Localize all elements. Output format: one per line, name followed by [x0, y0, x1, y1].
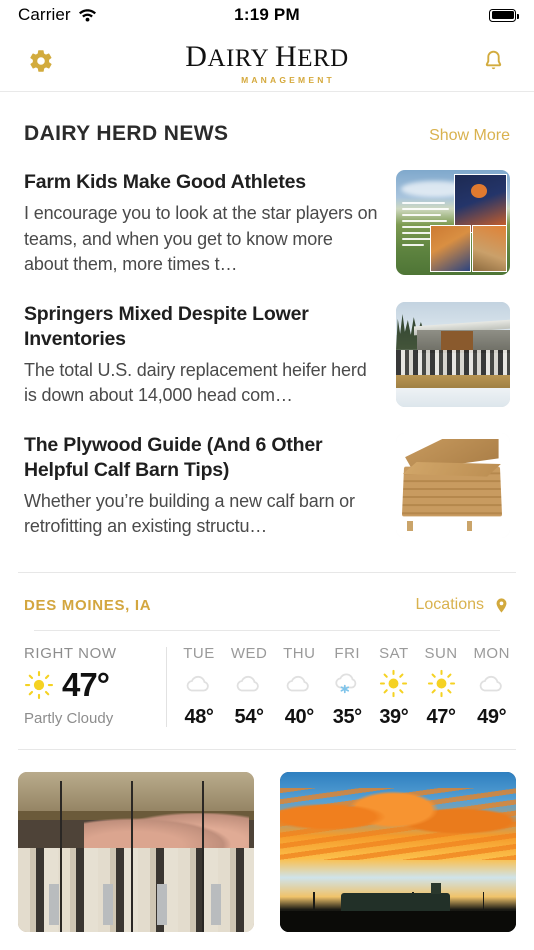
article-text: The Plywood Guide (And 6 Other Helpful C… [24, 433, 380, 540]
news-article-item[interactable]: Springers Mixed Despite Lower Inventorie… [0, 288, 534, 419]
settings-button[interactable] [24, 44, 58, 78]
status-bar: Carrier 1:19 PM [0, 0, 534, 30]
milking-parlor-photo-card[interactable] [18, 771, 254, 932]
map-pin-icon [493, 595, 510, 616]
current-condition: Partly Cloudy [24, 709, 114, 727]
brand-subtitle: MANAGEMENT [241, 75, 335, 85]
show-more-link[interactable]: Show More [429, 127, 510, 145]
cloud-snow-icon [331, 669, 363, 699]
forecast-day-temp: 48° [184, 705, 214, 728]
forecast-day: THU 40° [283, 645, 315, 729]
app-screen: Carrier 1:19 PM DAIRY HERD MANAGEMENT DA… [0, 0, 534, 950]
forecast-day-name: SUN [424, 644, 458, 662]
news-article-item[interactable]: Farm Kids Make Good Athletes I encourage… [0, 156, 534, 288]
forecast-day-name: SAT [379, 644, 409, 662]
sun-icon [427, 669, 456, 699]
forecast-day-name: WED [230, 644, 268, 662]
brand-letter-h: H [275, 40, 298, 73]
status-bar-time: 1:19 PM [234, 5, 300, 24]
bell-icon [481, 48, 506, 74]
sun-icon [24, 670, 54, 700]
article-thumbnail [396, 432, 510, 538]
cloud-icon [283, 669, 315, 699]
forecast-day-name: THU [283, 644, 316, 662]
forecast-day: SUN 47° [424, 645, 457, 729]
forecast-day-temp: 40° [284, 705, 314, 728]
news-section-title: DAIRY HERD NEWS [24, 122, 229, 145]
forecast-day: TUE 48° [183, 645, 215, 729]
current-temp-row: 47° [24, 666, 154, 704]
weather-current: RIGHT NOW 47° Partly Cloudy [24, 645, 166, 729]
status-bar-right [489, 8, 519, 22]
forecast-day-temp: 39° [379, 705, 409, 728]
right-now-label: RIGHT NOW [24, 644, 117, 662]
sunset-farm-photo-card[interactable] [280, 771, 516, 932]
forecast-day-temp: 47° [426, 705, 456, 728]
gear-icon [28, 48, 54, 74]
article-excerpt: I encourage you to look at the star play… [24, 202, 378, 275]
forecast-day: SAT 39° [379, 645, 409, 729]
weather-widget: DES MOINES, IA Locations RIGHT NOW 47° P… [0, 573, 534, 729]
article-title: The Plywood Guide (And 6 Other Helpful C… [24, 433, 323, 481]
weather-city-label: DES MOINES, IA [24, 596, 152, 614]
weather-vertical-divider [166, 646, 167, 727]
cloud-icon [183, 669, 215, 699]
article-text: Farm Kids Make Good Athletes I encourage… [24, 170, 380, 278]
forecast-day-name: FRI [334, 644, 361, 662]
article-thumbnail [396, 301, 510, 407]
app-header: DAIRY HERD MANAGEMENT [0, 30, 534, 92]
article-title: Springers Mixed Despite Lower Inventorie… [24, 302, 309, 350]
news-section-header: DAIRY HERD NEWS Show More [0, 92, 534, 156]
forecast-day-name: MON [473, 644, 510, 662]
brand-text-erd: ERD [297, 45, 349, 72]
notifications-button[interactable] [476, 44, 510, 78]
forecast-day: WED 54° [231, 645, 268, 729]
battery-icon [489, 8, 519, 22]
forecast-day-temp: 49° [477, 705, 507, 728]
brand-logo: DAIRY HERD MANAGEMENT [0, 42, 534, 86]
forecast-day-temp: 35° [332, 705, 362, 728]
cloud-icon [233, 669, 265, 699]
cloud-icon [476, 669, 508, 699]
article-title: Farm Kids Make Good Athletes [24, 171, 306, 193]
locations-label: Locations [415, 596, 485, 614]
locations-button[interactable]: Locations [416, 595, 511, 616]
forecast-day-temp: 54° [234, 705, 264, 728]
article-excerpt: Whether you’re building a new calf barn … [24, 490, 355, 537]
forecast-day: FRI 35° [331, 645, 363, 729]
news-article-item[interactable]: The Plywood Guide (And 6 Other Helpful C… [0, 419, 534, 550]
forecast-day: MON 49° [473, 645, 510, 729]
sun-icon [379, 669, 408, 699]
weather-header: DES MOINES, IA Locations [24, 595, 510, 616]
photo-card-row [0, 750, 534, 932]
brand-wordmark: DAIRY HERD [185, 42, 348, 72]
forecast-day-name: TUE [183, 644, 215, 662]
weather-body: RIGHT NOW 47° Partly Cloudy TUE 48° WED … [24, 631, 510, 729]
current-temperature: 47° [62, 665, 110, 703]
article-text: Springers Mixed Despite Lower Inventorie… [24, 302, 380, 409]
brand-text-airy: AIRY [207, 45, 276, 72]
article-thumbnail [396, 170, 510, 275]
brand-letter-d: D [185, 40, 208, 73]
weather-forecast-list: TUE 48° WED 54° THU 40° FRI 35° SAT 39° … [171, 645, 510, 729]
article-excerpt: The total U.S. dairy replacement heifer … [24, 359, 367, 406]
